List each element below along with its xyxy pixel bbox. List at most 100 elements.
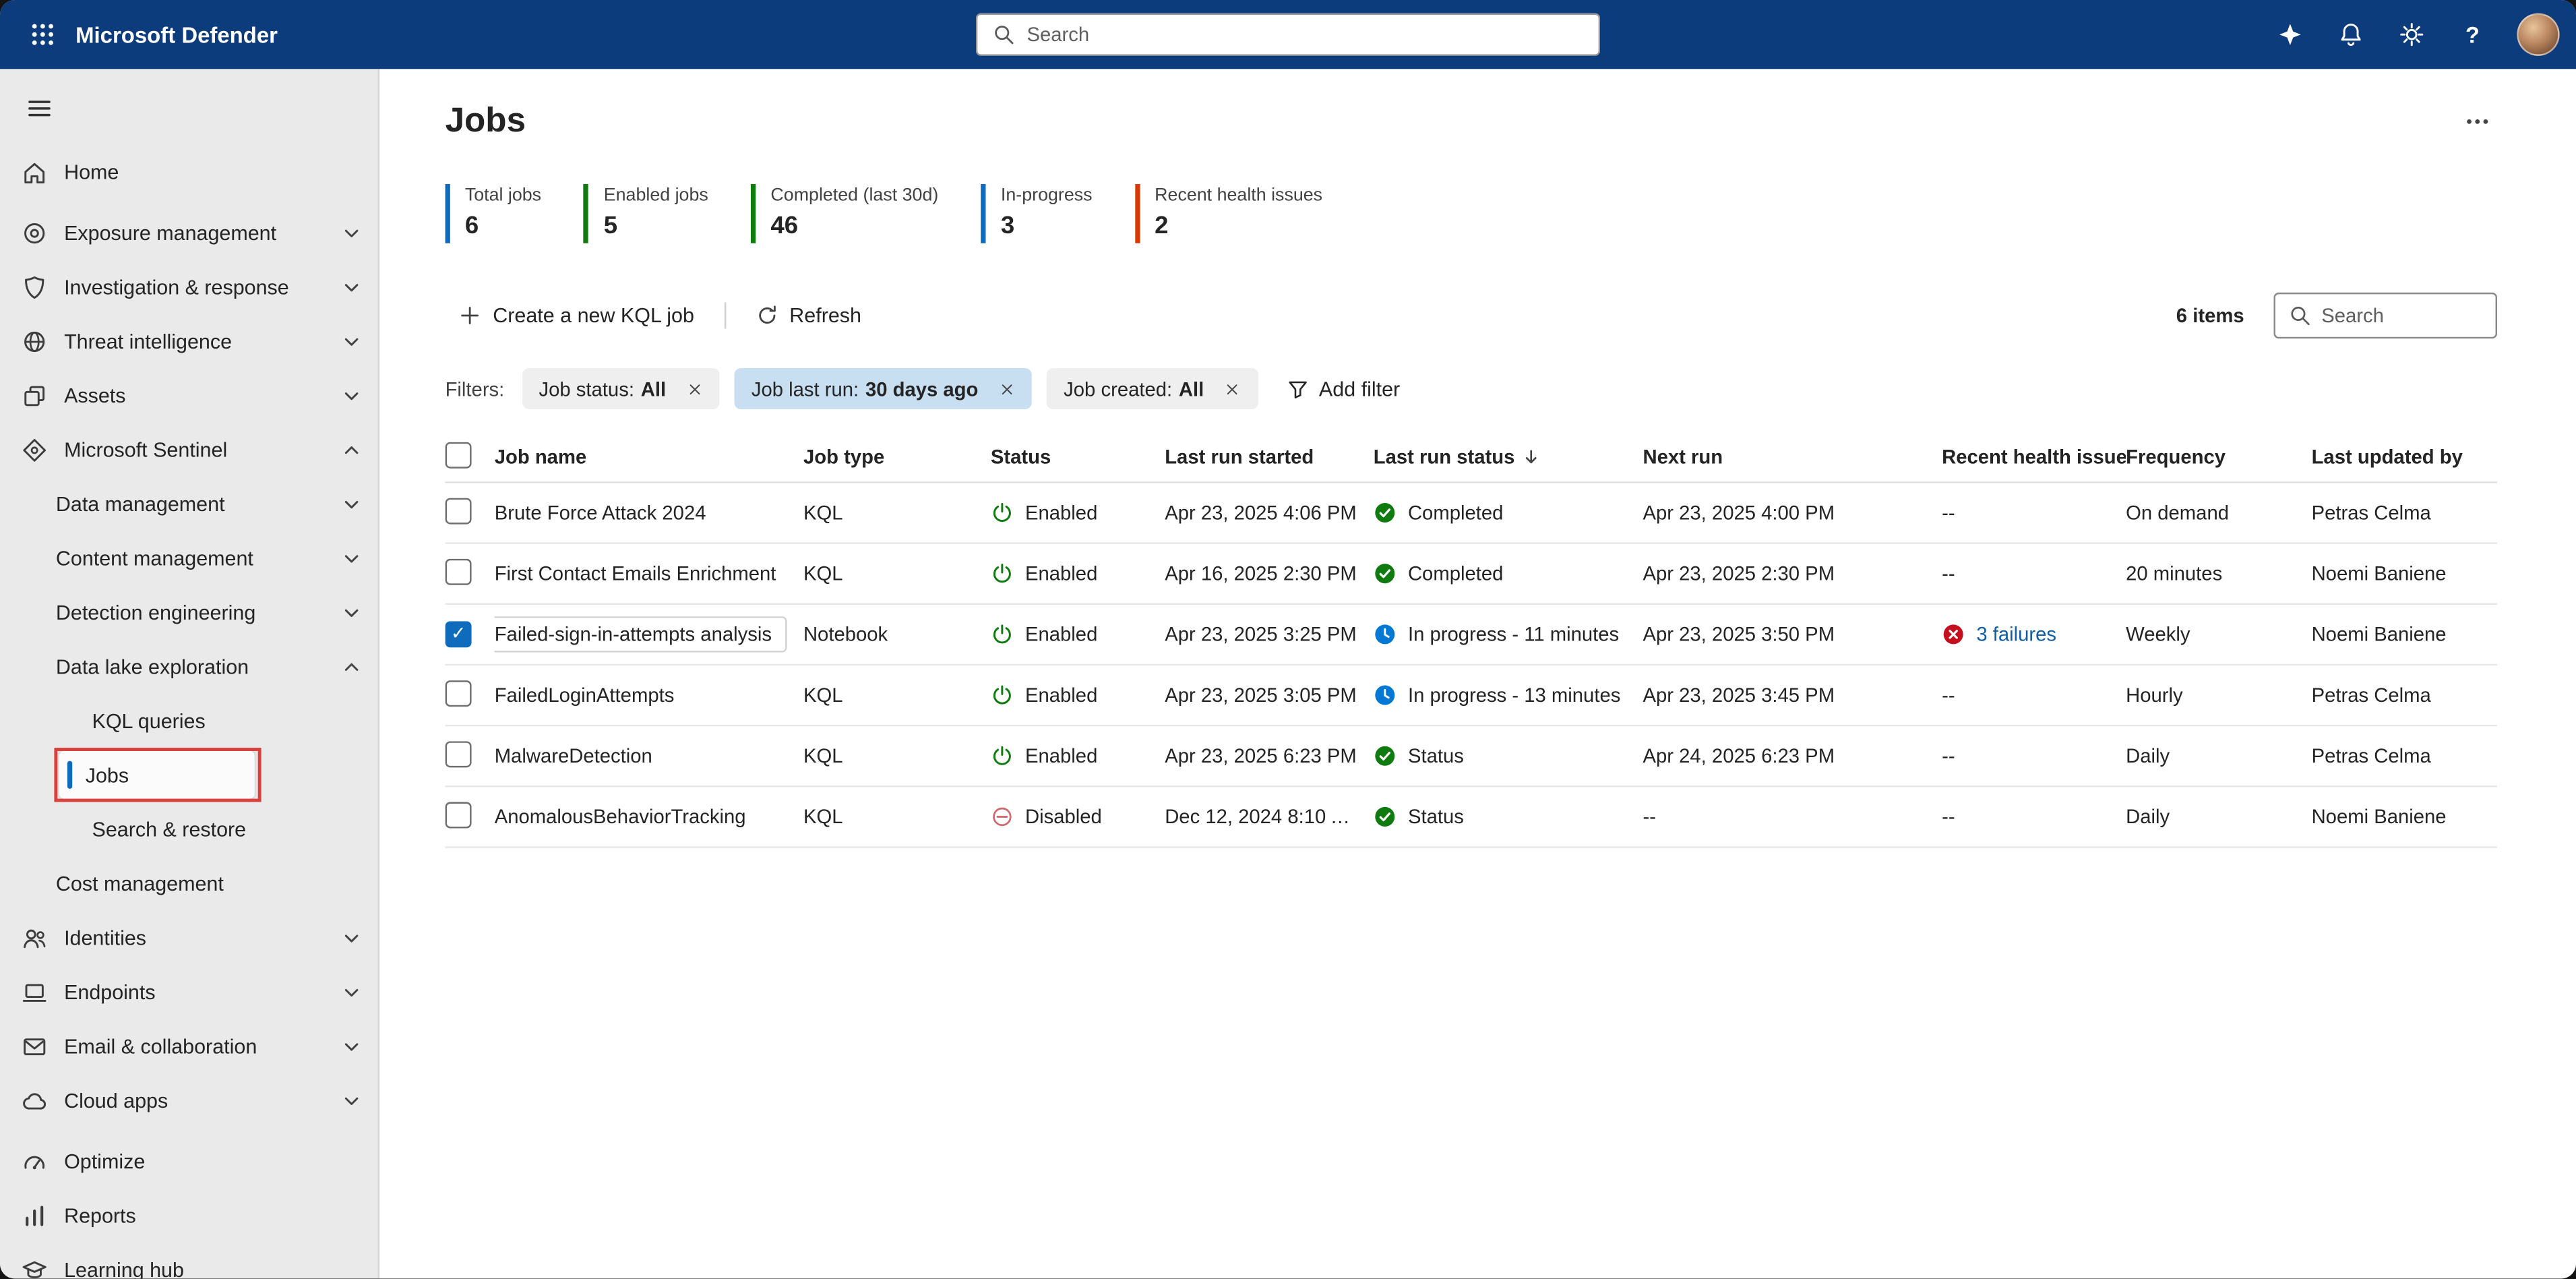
sidebar-item-data-management[interactable]: Data management [0,477,378,531]
create-kql-job-button[interactable]: Create a new KQL job [446,296,708,336]
row-checkbox[interactable] [445,740,472,767]
job-name[interactable]: First Contact Emails Enrichment [495,562,803,585]
sidebar-item-jobs[interactable]: Jobs [0,748,378,802]
global-search-input[interactable] [1026,23,1584,47]
sidebar-item-content-management[interactable]: Content management [0,531,378,585]
next-run: -- [1643,805,1657,829]
job-name[interactable]: AnomalousBehaviorTracking [495,805,803,828]
column-header-frequency[interactable]: Frequency [2126,446,2311,469]
table-row[interactable]: AnomalousBehaviorTracking KQL Disabled D… [445,787,2497,848]
sidebar-item-exposure-management[interactable]: Exposure management [0,206,378,260]
select-all-checkbox[interactable] [445,441,472,468]
next-run: Apr 23, 2025 3:50 PM [1643,622,1835,646]
sidebar-item-identities[interactable]: Identities [0,910,378,964]
table-row-selected[interactable]: Failed-sign-in-attempts analysis Noteboo… [445,605,2497,666]
people-icon [22,924,48,951]
row-checkbox-checked[interactable] [445,621,472,648]
exposure-management-icon [22,219,48,245]
table-row[interactable]: First Contact Emails Enrichment KQL Enab… [445,544,2497,605]
job-type: KQL [803,562,843,585]
copilot-button[interactable] [2264,8,2317,61]
health-issues: -- [1942,805,1955,829]
sidebar-item-endpoints[interactable]: Endpoints [0,965,378,1019]
job-type: KQL [803,805,843,829]
job-name[interactable]: Failed-sign-in-attempts analysis [494,616,787,653]
frequency: Weekly [2126,622,2190,646]
job-type: KQL [803,501,843,525]
filter-pill-job-last-run[interactable]: Job last run: 30 days ago [735,368,1033,409]
divider [723,302,726,329]
job-name[interactable]: Brute Force Attack 2024 [495,501,803,524]
table-search-box[interactable] [2273,292,2497,339]
refresh-icon [755,304,778,327]
sidebar-item-email-collaboration[interactable]: Email & collaboration [0,1019,378,1073]
sidebar-item-optimize[interactable]: Optimize [0,1134,378,1188]
sort-descending-icon [1521,447,1541,467]
row-checkbox[interactable] [445,497,472,524]
chevron-up-icon [342,440,361,459]
sidebar-item-data-lake-exploration[interactable]: Data lake exploration [0,639,378,693]
sidebar-item-search-restore[interactable]: Search & restore [0,802,378,856]
sidebar-item-cost-management[interactable]: Cost management [0,856,378,910]
row-checkbox[interactable] [445,801,472,828]
refresh-button[interactable]: Refresh [742,296,875,336]
job-name[interactable]: MalwareDetection [495,744,803,767]
table-row[interactable]: FailedLoginAttempts KQL Enabled Apr 23, … [445,665,2497,727]
filter-pill-job-created[interactable]: Job created: All [1047,368,1258,409]
sidebar-item-kql-queries[interactable]: KQL queries [0,694,378,748]
user-avatar[interactable] [2517,13,2560,56]
disabled-icon [991,805,1014,828]
job-type: Notebook [803,622,888,646]
failures-link[interactable]: 3 failures [1976,623,2056,646]
bar-chart-icon [22,1202,48,1228]
chevron-down-icon [342,1090,361,1110]
sidebar-item-learning-hub[interactable]: Learning hub [0,1243,378,1279]
table-row[interactable]: MalwareDetection KQL Enabled Apr 23, 202… [445,726,2497,787]
updated-by: Noemi Baniene [2311,622,2447,646]
column-header-health-issues[interactable]: Recent health issues [1942,446,2126,469]
row-checkbox[interactable] [445,679,472,706]
add-filter-button[interactable]: Add filter [1277,371,1410,407]
column-header-job-type[interactable]: Job type [803,446,991,469]
column-header-status[interactable]: Status [991,446,1165,469]
collapse-sidebar-button[interactable] [16,86,62,131]
filter-pill-job-status[interactable]: Job status: All [522,368,720,409]
sidebar-item-investigation-response[interactable]: Investigation & response [0,260,378,314]
table-search-input[interactable] [2321,303,2483,328]
settings-button[interactable] [2385,8,2438,61]
notifications-button[interactable] [2325,8,2377,61]
column-header-last-updated-by[interactable]: Last updated by [2312,446,2497,469]
dismiss-filter-button[interactable] [993,375,1020,403]
table-row[interactable]: Brute Force Attack 2024 KQL Enabled Apr … [445,483,2497,544]
column-header-next-run[interactable]: Next run [1643,446,1942,469]
health-issues: -- [1942,501,1955,525]
sidebar-item-threat-intelligence[interactable]: Threat intelligence [0,314,378,368]
sidebar-item-detection-engineering[interactable]: Detection engineering [0,585,378,639]
row-checkbox[interactable] [445,558,472,585]
column-header-job-name[interactable]: Job name [495,446,803,469]
sidebar-item-assets[interactable]: Assets [0,368,378,422]
sidebar-item-reports[interactable]: Reports [0,1188,378,1242]
updated-by: Petras Celma [2311,684,2431,707]
power-enabled-icon [991,623,1014,646]
sidebar-item-microsoft-sentinel[interactable]: Microsoft Sentinel [0,422,378,476]
chevron-down-icon [342,548,361,568]
more-icon [2464,109,2490,135]
stats-row: Total jobs 6 Enabled jobs 5 Completed (l… [445,184,2497,243]
app-launcher-button[interactable] [16,8,69,61]
sidebar-item-cloud-apps[interactable]: Cloud apps [0,1073,378,1127]
graduation-cap-icon [22,1256,48,1279]
job-name[interactable]: FailedLoginAttempts [495,684,803,707]
dismiss-filter-button[interactable] [681,375,708,403]
sidebar-navigation: Home Exposure management Investigation &… [0,69,380,1279]
help-button[interactable]: ? [2446,8,2498,61]
help-icon: ? [2465,21,2480,48]
next-run: Apr 23, 2025 4:00 PM [1643,501,1835,525]
app-title: Microsoft Defender [75,22,278,47]
column-header-last-run-started[interactable]: Last run started [1165,446,1374,469]
sidebar-item-home[interactable]: Home [0,145,378,199]
dismiss-filter-button[interactable] [1219,375,1246,403]
page-more-options-button[interactable] [2458,102,2498,142]
column-header-last-run-status[interactable]: Last run status [1374,446,1643,469]
global-search-box[interactable] [975,13,1601,56]
